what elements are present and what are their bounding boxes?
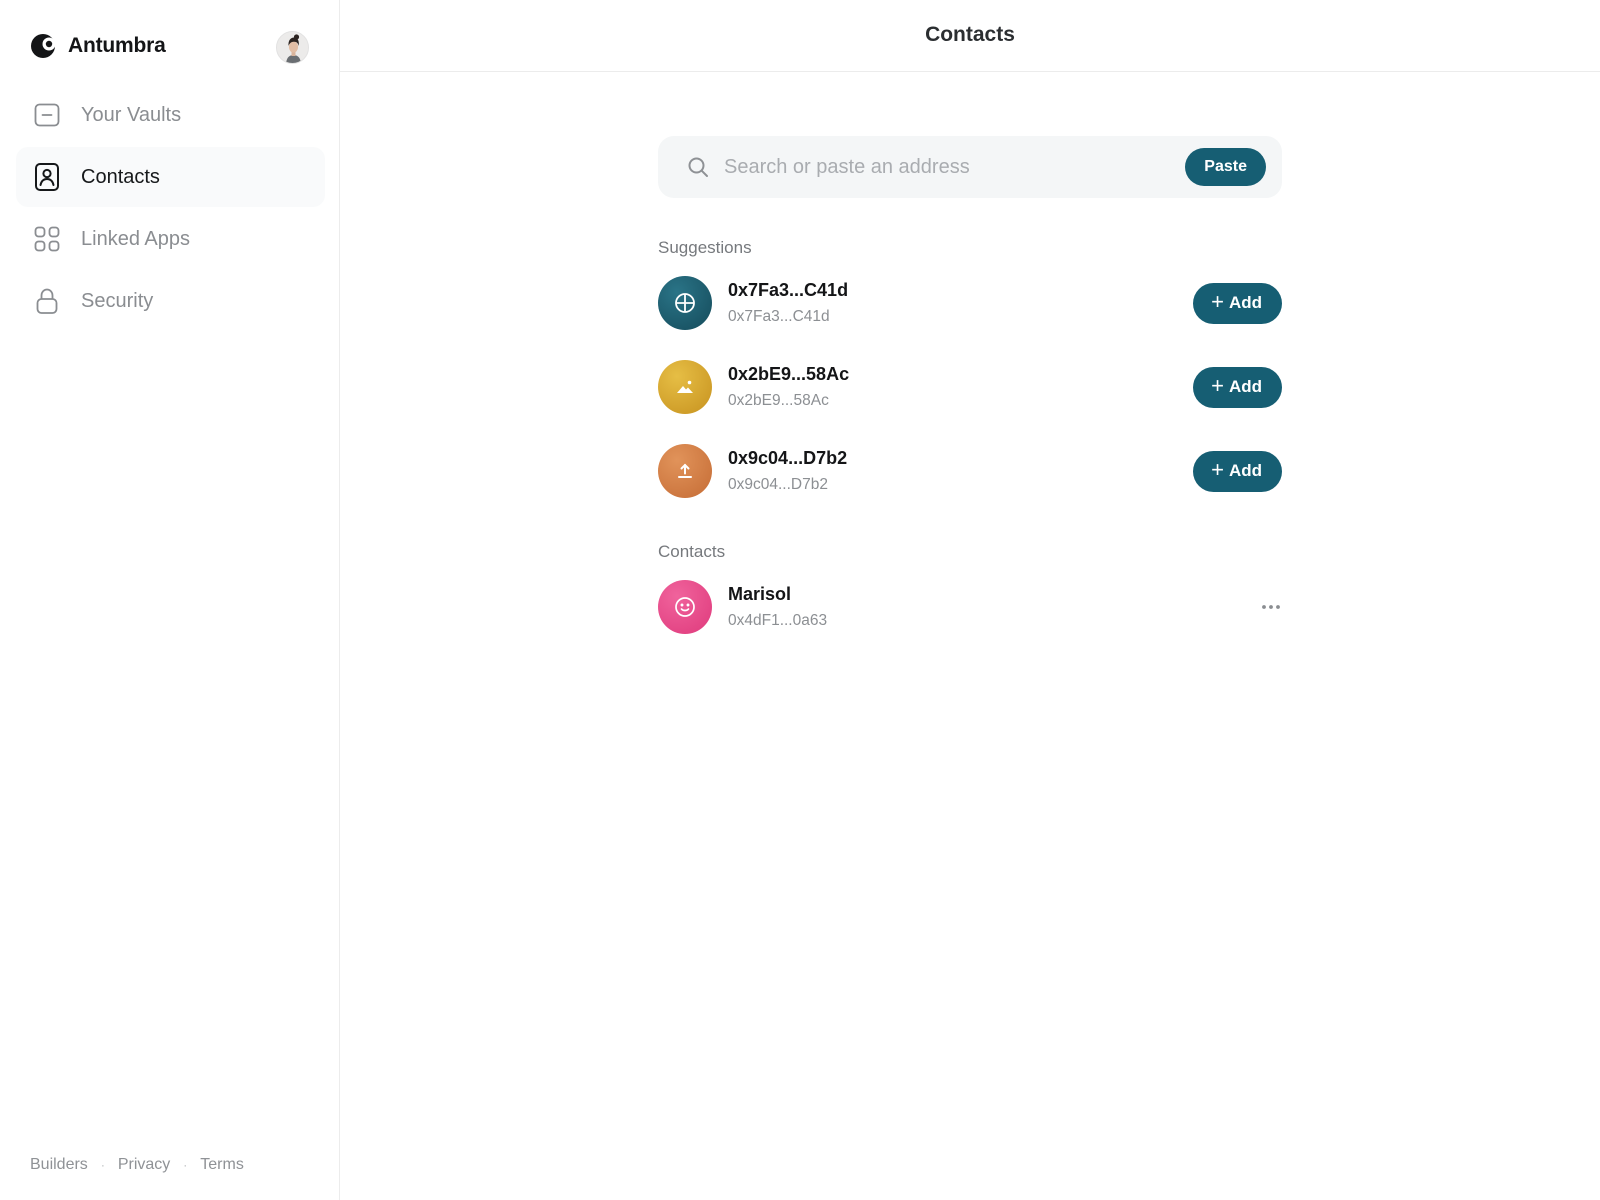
- footer-separator: ·: [100, 1158, 105, 1172]
- sidebar-item-label: Your Vaults: [81, 103, 182, 126]
- contact-card-icon: [32, 162, 62, 192]
- search-input[interactable]: [724, 155, 1186, 179]
- contacts-content: Paste Suggestions 0x7Fa3...C41d 0x7Fa3..…: [658, 136, 1282, 664]
- globe-icon: [675, 293, 695, 313]
- contact-avatar: [658, 580, 712, 634]
- mountain-icon: [677, 380, 693, 393]
- sidebar-item-label: Contacts: [81, 165, 160, 188]
- suggestion-avatar: [658, 276, 712, 330]
- sidebar-item-your-vaults[interactable]: Your Vaults: [16, 85, 325, 145]
- contact-name: Marisol: [728, 584, 792, 604]
- sidebar: Antumbra Your Vaults Contacts Linked App…: [0, 0, 340, 1200]
- sidebar-nav: Your Vaults Contacts Linked Apps Securit…: [16, 85, 325, 333]
- more-options-button[interactable]: [1256, 592, 1286, 622]
- footer-link-builders[interactable]: Builders: [30, 1156, 88, 1174]
- suggestion-text: 0x7Fa3...C41d 0x7Fa3...C41d: [728, 279, 1193, 327]
- upload-icon: [678, 463, 692, 478]
- search-bar: Paste: [658, 136, 1282, 198]
- plus-icon: +: [1211, 289, 1224, 314]
- suggestion-row: 0x9c04...D7b2 0x9c04...D7b2 + Add: [658, 444, 1282, 498]
- footer-links: Builders · Privacy · Terms: [30, 1156, 244, 1174]
- contact-row[interactable]: Marisol 0x4dF1...0a63: [658, 580, 1282, 634]
- search-icon: [688, 157, 708, 177]
- suggestion-name: 0x7Fa3...C41d: [728, 280, 849, 300]
- add-button-label: Add: [1228, 293, 1262, 312]
- user-avatar[interactable]: [276, 31, 309, 64]
- suggestions-heading: Suggestions: [658, 238, 752, 257]
- sidebar-item-linked-apps[interactable]: Linked Apps: [16, 209, 325, 269]
- footer-separator: ·: [183, 1158, 188, 1172]
- contacts-list: Marisol 0x4dF1...0a63: [658, 580, 1282, 634]
- suggestion-row: 0x2bE9...58Ac 0x2bE9...58Ac + Add: [658, 360, 1282, 414]
- more-horizontal-icon: [1262, 605, 1280, 609]
- suggestion-text: 0x2bE9...58Ac 0x2bE9...58Ac: [728, 363, 1193, 411]
- sidebar-item-label: Security: [81, 289, 154, 312]
- suggestion-avatar: [658, 444, 712, 498]
- main-panel: Contacts Paste Suggestions: [340, 0, 1600, 1200]
- plus-icon: +: [1211, 457, 1224, 482]
- suggestions-list: 0x7Fa3...C41d 0x7Fa3...C41d + Add 0x2bE9…: [658, 276, 1282, 498]
- add-button[interactable]: + Add: [1193, 282, 1282, 324]
- sidebar-item-security[interactable]: Security: [16, 271, 325, 331]
- sidebar-item-label: Linked Apps: [81, 227, 190, 250]
- app-shell: Antumbra Your Vaults Contacts Linked App…: [0, 0, 1600, 1200]
- brand[interactable]: Antumbra: [30, 30, 166, 62]
- suggestion-row: 0x7Fa3...C41d 0x7Fa3...C41d + Add: [658, 276, 1282, 330]
- suggestion-avatar: [658, 360, 712, 414]
- smiley-icon: [675, 597, 695, 617]
- add-button-label: Add: [1228, 377, 1262, 396]
- top-bar: Contacts: [340, 0, 1600, 72]
- plus-icon: +: [1211, 373, 1224, 398]
- sidebar-item-contacts[interactable]: Contacts: [16, 147, 325, 207]
- contacts-heading: Contacts: [658, 542, 726, 561]
- add-button[interactable]: + Add: [1193, 366, 1282, 408]
- footer-link-terms[interactable]: Terms: [200, 1156, 244, 1174]
- suggestion-address: 0x7Fa3...C41d: [728, 308, 830, 325]
- suggestion-text: 0x9c04...D7b2 0x9c04...D7b2: [728, 447, 1193, 495]
- page-title: Contacts: [925, 22, 1015, 46]
- footer-link-privacy[interactable]: Privacy: [118, 1156, 170, 1174]
- suggestion-address: 0x9c04...D7b2: [728, 476, 828, 493]
- add-button[interactable]: + Add: [1193, 450, 1282, 492]
- brand-name: Antumbra: [68, 34, 166, 57]
- suggestion-address: 0x2bE9...58Ac: [728, 392, 829, 409]
- apps-grid-icon: [32, 224, 62, 254]
- add-button-label: Add: [1228, 461, 1262, 480]
- suggestion-name: 0x9c04...D7b2: [728, 448, 848, 468]
- paste-button[interactable]: Paste: [1185, 148, 1266, 186]
- user-avatar-image: [277, 32, 308, 63]
- vault-icon: [32, 100, 62, 130]
- contact-address: 0x4dF1...0a63: [728, 612, 828, 629]
- contact-text: Marisol 0x4dF1...0a63: [728, 583, 1256, 631]
- suggestion-name: 0x2bE9...58Ac: [728, 364, 850, 384]
- antumbra-logo-icon: [31, 34, 56, 58]
- lock-icon: [32, 286, 62, 316]
